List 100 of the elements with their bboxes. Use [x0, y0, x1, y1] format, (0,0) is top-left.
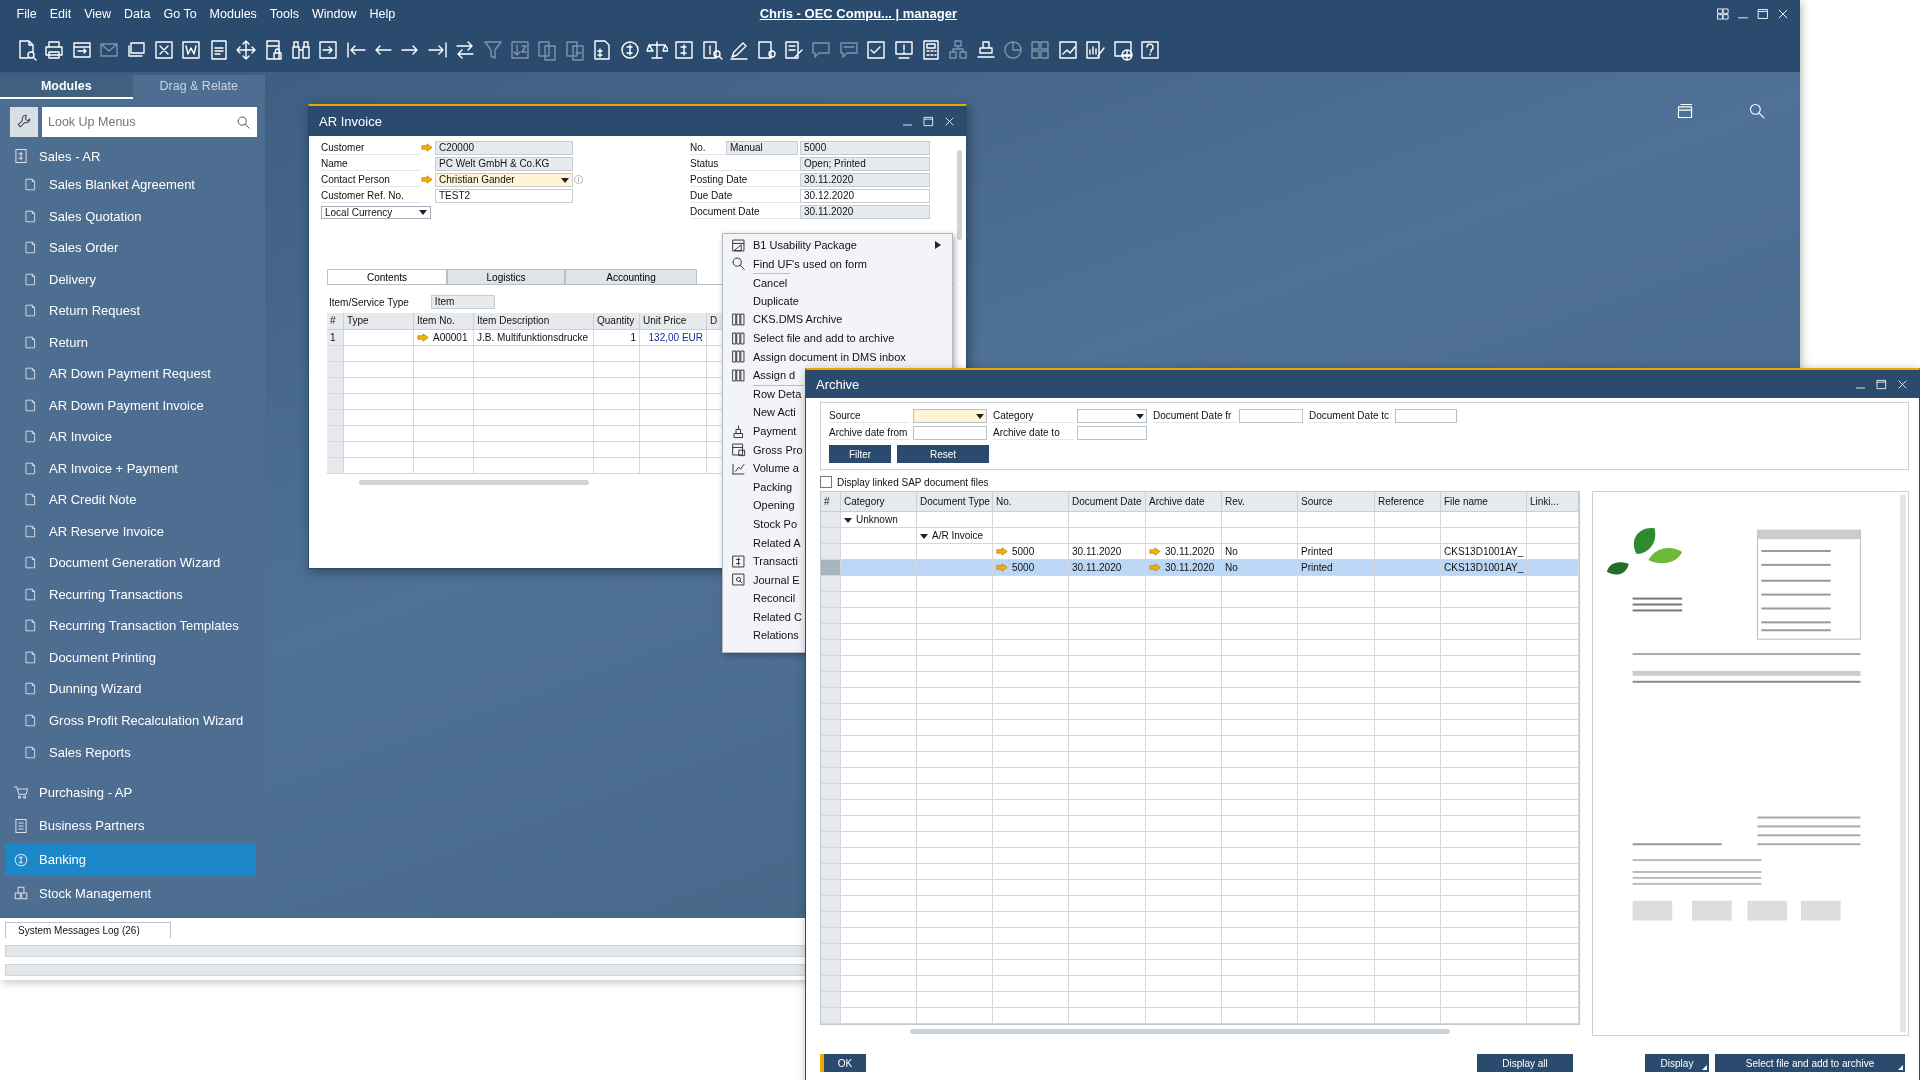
action-button[interactable]: Display — [1645, 1054, 1709, 1072]
move-icon[interactable] — [235, 38, 258, 61]
document-icon[interactable] — [180, 38, 203, 61]
menu-item[interactable]: Stock Po — [753, 514, 801, 534]
menu-item[interactable]: Relations — [753, 626, 802, 646]
find-document-icon[interactable] — [16, 38, 38, 61]
stamp-icon[interactable] — [974, 38, 997, 61]
input-field[interactable]: TEST2 — [435, 189, 573, 203]
tab[interactable]: Logistics — [447, 269, 565, 284]
sidebar-item[interactable]: Recurring Transaction Templates — [0, 610, 256, 642]
column-header[interactable]: Type — [344, 313, 414, 330]
column-header[interactable]: Archive date — [1146, 492, 1222, 512]
sidebar-item[interactable]: Return — [0, 326, 256, 359]
input-field[interactable]: 30.11.2020 — [800, 205, 930, 219]
link-arrow-icon[interactable] — [996, 547, 1008, 556]
input-field[interactable]: PC Welt GmbH & Co.KG — [435, 157, 573, 171]
action-button[interactable]: Reset — [897, 445, 989, 463]
sidebar-item[interactable]: Return Request — [0, 295, 256, 327]
column-header[interactable]: Document Date — [1069, 492, 1146, 512]
input-field[interactable]: 5000 — [800, 141, 930, 155]
sidebar-module[interactable]: Stock Management — [5, 876, 256, 911]
close-icon[interactable] — [1896, 377, 1909, 391]
sidebar-item[interactable]: Sales Quotation — [0, 200, 256, 232]
menu-item[interactable]: Cancel — [753, 273, 791, 292]
caret-icon[interactable] — [1136, 413, 1144, 419]
messages-log-tab[interactable]: System Messages Log (26) — [5, 922, 171, 938]
action-button[interactable]: OK — [820, 1054, 866, 1072]
wrench-button[interactable] — [10, 107, 38, 138]
input-field[interactable]: 30.11.2020 — [800, 173, 930, 187]
input-field[interactable]: C20000 — [435, 141, 573, 155]
search-field[interactable]: Look Up Menus — [42, 107, 257, 138]
menu-item[interactable]: CKS.DMS Archive — [753, 310, 846, 329]
search-dollar-icon[interactable] — [700, 38, 723, 61]
alert-document-icon[interactable] — [892, 38, 915, 61]
input-field[interactable] — [1395, 409, 1457, 423]
maximize-icon[interactable] — [922, 114, 935, 128]
column-header[interactable]: Quantity — [594, 313, 640, 330]
maximize-icon[interactable] — [1875, 377, 1888, 391]
caret-icon[interactable] — [561, 177, 569, 183]
column-header[interactable]: Document Type — [917, 492, 993, 512]
link-arrow-icon[interactable] — [421, 174, 433, 184]
column-header[interactable]: # — [327, 313, 344, 330]
sidebar-item[interactable]: Gross Profit Recalculation Wizard — [0, 704, 256, 737]
sidebar-item[interactable]: Sales Blanket Agreement — [0, 169, 256, 201]
menu-item[interactable]: Volume a — [753, 459, 802, 478]
sidebar-item[interactable]: AR Reserve Invoice — [0, 515, 256, 548]
menu-item[interactable]: Transacti — [753, 552, 801, 571]
sidebar-module[interactable]: Business Partners — [5, 809, 256, 843]
column-header[interactable]: No. — [993, 492, 1069, 512]
column-header[interactable]: Unit Price — [640, 313, 707, 330]
tile-windows-icon[interactable] — [1716, 6, 1730, 21]
sidebar-item[interactable]: Dunning Wizard — [0, 673, 256, 705]
scrollbar[interactable] — [910, 1029, 1450, 1034]
menu-item[interactable]: B1 Usability Package — [753, 236, 952, 255]
input-field[interactable]: Item — [430, 295, 495, 309]
sidebar-item[interactable]: AR Credit Note — [0, 484, 256, 516]
sidebar-module[interactable]: Purchasing - AP — [5, 775, 256, 810]
sidebar-item[interactable]: AR Invoice — [0, 421, 256, 453]
coin-icon[interactable] — [618, 38, 641, 61]
import-icon[interactable] — [317, 38, 340, 61]
input-field[interactable] — [1239, 409, 1303, 423]
expand-triangle-icon[interactable] — [920, 531, 928, 540]
tree-label[interactable]: Unknown — [856, 512, 898, 527]
menu-item[interactable]: Duplicate — [753, 291, 802, 311]
menu-item[interactable]: Go To — [157, 6, 204, 21]
sidebar-module[interactable]: Banking — [5, 842, 256, 877]
link-arrow-icon[interactable] — [421, 142, 433, 152]
globe-icon[interactable] — [1111, 38, 1134, 61]
input-field[interactable]: 30.12.2020 — [800, 189, 930, 203]
series-field[interactable]: Manual — [726, 141, 798, 155]
menu-item[interactable]: Find UF's used on form — [753, 254, 870, 274]
input-field[interactable]: Christian Gander — [435, 173, 573, 187]
input-field[interactable]: Open; Printed — [800, 157, 930, 171]
restore-icon[interactable] — [1756, 6, 1770, 21]
column-header[interactable]: Source — [1298, 492, 1375, 512]
menu-item[interactable]: Related A — [753, 533, 804, 553]
tab[interactable]: Contents — [327, 269, 447, 284]
column-header[interactable]: Item No. — [414, 313, 474, 330]
column-header[interactable]: Item Description — [474, 313, 594, 330]
menu-item[interactable]: Data — [117, 6, 157, 21]
caret-icon[interactable] — [976, 413, 984, 419]
scale-icon[interactable] — [646, 38, 668, 61]
menu-item[interactable]: Assign document in DMS inbox — [753, 347, 909, 367]
caret-icon[interactable] — [419, 210, 427, 215]
column-header[interactable]: Linki... — [1527, 492, 1579, 512]
column-header[interactable]: Reference — [1375, 492, 1441, 512]
sidebar-item[interactable]: Document Generation Wizard — [0, 547, 256, 579]
menu-item[interactable]: New Acti — [753, 403, 799, 422]
menu-item[interactable]: Related C — [753, 607, 805, 627]
menu-item[interactable]: Packing — [753, 477, 796, 497]
menu-item[interactable]: Help — [363, 6, 402, 21]
link-arrow-icon[interactable] — [417, 333, 429, 342]
menu-item[interactable]: Journal E — [753, 570, 803, 590]
input-field[interactable] — [913, 426, 987, 440]
menu-item[interactable]: Row Deta — [753, 384, 805, 404]
menu-item[interactable]: Edit — [43, 6, 78, 21]
column-header[interactable]: Category — [841, 492, 917, 512]
menu-item[interactable]: Gross Pro — [753, 440, 806, 460]
action-button[interactable]: Filter — [829, 445, 891, 463]
close-icon[interactable] — [943, 114, 956, 128]
